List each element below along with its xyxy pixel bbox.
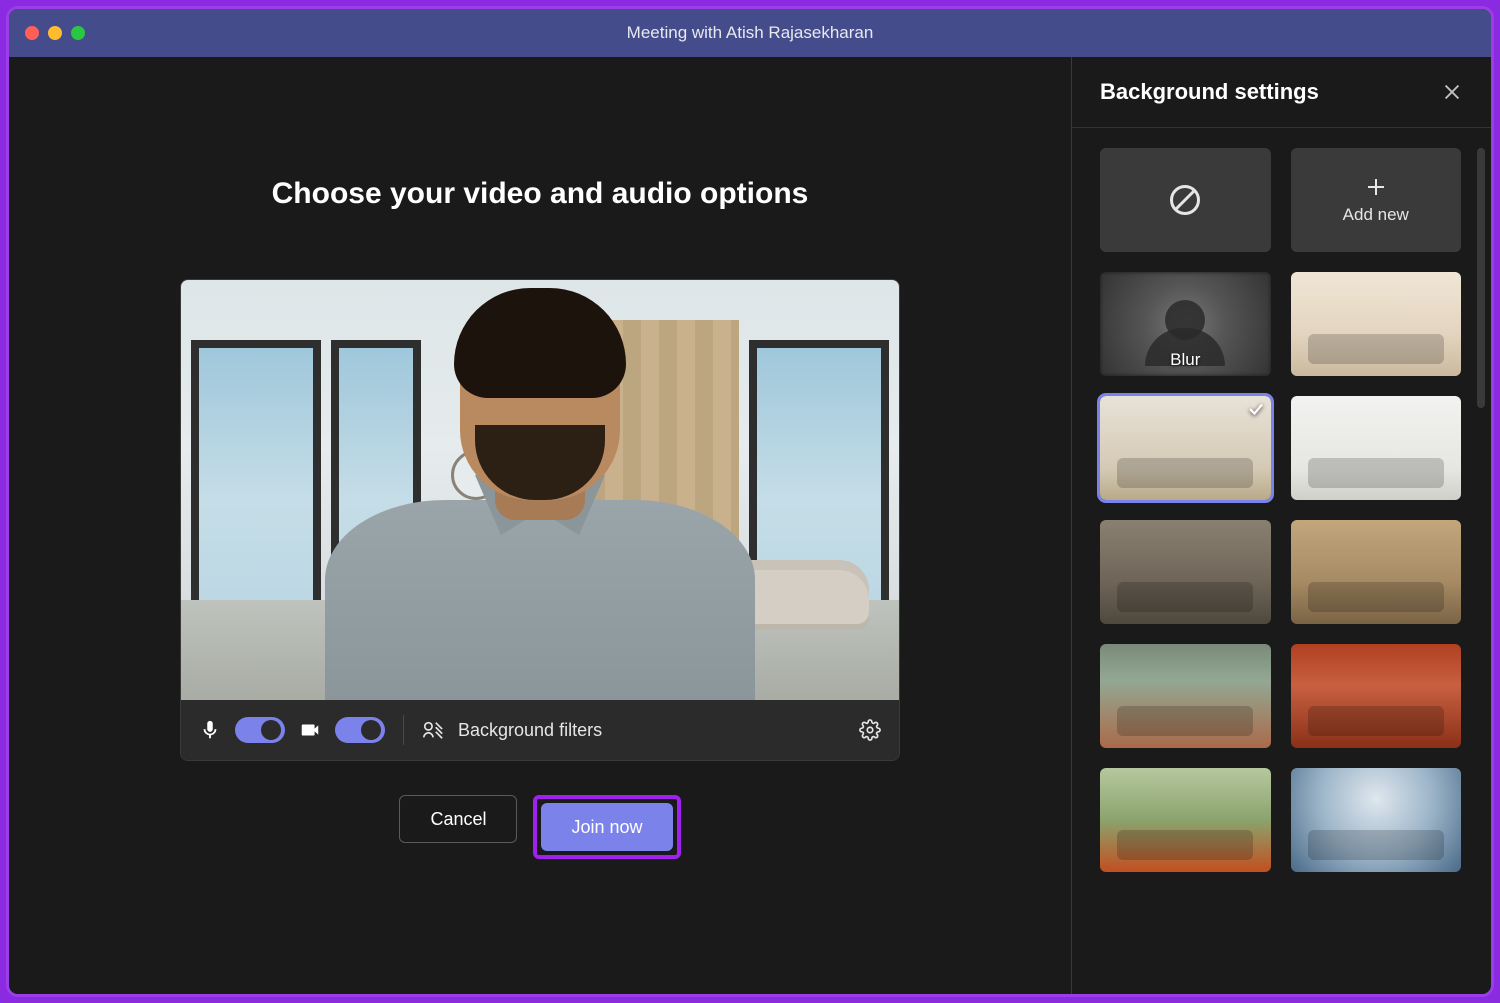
background-image-tile[interactable] xyxy=(1100,520,1271,624)
background-image-tile[interactable] xyxy=(1291,768,1462,872)
thumb-decor xyxy=(1308,582,1444,612)
background-image-tile[interactable] xyxy=(1291,272,1462,376)
join-now-button[interactable]: Join now xyxy=(541,803,672,851)
add-new-label: Add new xyxy=(1343,205,1409,225)
action-buttons: Cancel Join now xyxy=(399,795,680,859)
window-controls xyxy=(25,26,85,40)
self-video-person xyxy=(325,340,755,700)
panel-header: Background settings xyxy=(1072,57,1491,128)
window-minimize-button[interactable] xyxy=(48,26,62,40)
background-image-tile[interactable] xyxy=(1100,768,1271,872)
check-icon xyxy=(1247,400,1265,418)
background-image-tile[interactable] xyxy=(1291,396,1462,500)
toggle-knob xyxy=(261,720,281,740)
app-window: Meeting with Atish Rajasekharan Choose y… xyxy=(6,6,1494,997)
background-image-tile[interactable] xyxy=(1100,644,1271,748)
microphone-icon xyxy=(199,719,221,741)
toggle-knob xyxy=(361,720,381,740)
background-blur-tile[interactable]: Blur xyxy=(1100,272,1271,376)
gear-icon[interactable] xyxy=(859,719,881,741)
content-area: Choose your video and audio options xyxy=(9,57,1491,994)
thumb-decor xyxy=(1117,582,1253,612)
bg-window-pane xyxy=(191,340,321,610)
panel-title: Background settings xyxy=(1100,79,1319,105)
background-image-tile[interactable] xyxy=(1291,644,1462,748)
thumb-decor xyxy=(1308,830,1444,860)
join-now-highlight: Join now xyxy=(533,795,680,859)
window-close-button[interactable] xyxy=(25,26,39,40)
background-grid-wrap: Add new Blur xyxy=(1072,128,1491,994)
thumb-decor xyxy=(1117,830,1253,860)
plus-icon xyxy=(1364,175,1388,199)
window-maximize-button[interactable] xyxy=(71,26,85,40)
window-title: Meeting with Atish Rajasekharan xyxy=(627,23,874,43)
background-filters-button[interactable]: Background filters xyxy=(458,720,602,741)
blur-caption: Blur xyxy=(1100,350,1271,370)
thumb-decor xyxy=(1308,706,1444,736)
thumb-decor xyxy=(1308,334,1444,364)
main-pane: Choose your video and audio options xyxy=(9,57,1071,994)
background-filters-icon xyxy=(422,719,444,741)
thumb-decor xyxy=(1117,458,1253,488)
page-heading: Choose your video and audio options xyxy=(272,177,809,211)
titlebar: Meeting with Atish Rajasekharan xyxy=(9,9,1491,57)
background-image-tile-selected[interactable] xyxy=(1100,396,1271,500)
camera-toggle[interactable] xyxy=(335,717,385,743)
camera-icon xyxy=(299,719,321,741)
none-icon xyxy=(1167,182,1203,218)
thumb-decor xyxy=(1117,706,1253,736)
divider xyxy=(403,715,404,745)
background-add-new-tile[interactable]: Add new xyxy=(1291,148,1462,252)
scrollbar[interactable] xyxy=(1477,148,1485,408)
microphone-toggle[interactable] xyxy=(235,717,285,743)
thumb-decor xyxy=(1308,458,1444,488)
background-grid: Add new Blur xyxy=(1100,148,1477,872)
video-box: Background filters xyxy=(180,279,900,761)
video-controls-bar: Background filters xyxy=(181,700,899,760)
cancel-button[interactable]: Cancel xyxy=(399,795,517,843)
person-hair xyxy=(454,288,626,398)
video-preview xyxy=(181,280,899,700)
person-head xyxy=(460,300,620,500)
background-settings-panel: Background settings xyxy=(1071,57,1491,994)
person-beard xyxy=(475,425,605,500)
close-panel-icon[interactable] xyxy=(1441,81,1463,103)
background-none-tile[interactable] xyxy=(1100,148,1271,252)
background-image-tile[interactable] xyxy=(1291,520,1462,624)
person-torso xyxy=(325,500,755,700)
